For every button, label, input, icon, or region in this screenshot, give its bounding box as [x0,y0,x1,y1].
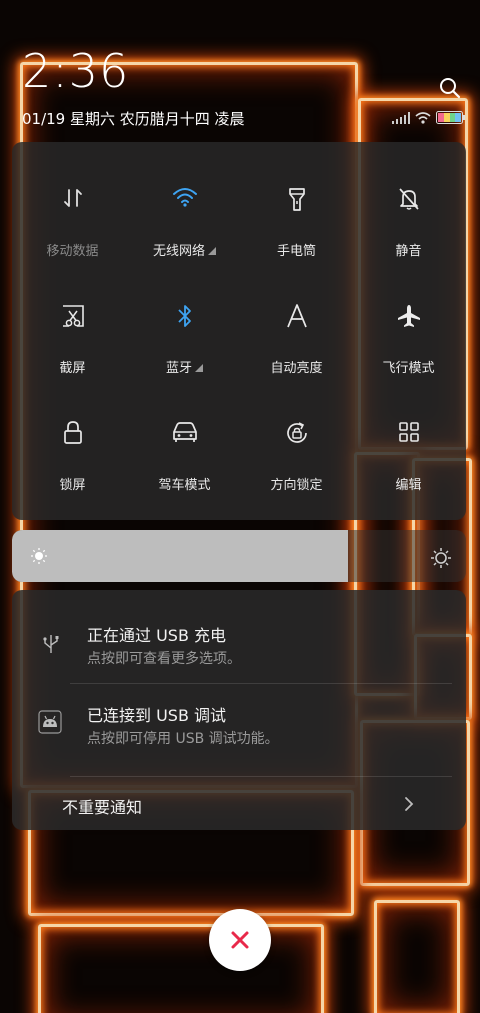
tile-label: 方向锁定 [270,478,323,493]
expand-corner-icon [208,247,216,255]
chevron-right-icon [402,796,416,816]
tile-screenshot[interactable]: 截屏 [16,259,129,377]
notification-usb-debugging[interactable]: 已连接到 USB 调试 点按即可停用 USB 调试功能。 [12,684,466,774]
airplane-icon [397,305,420,327]
mute-bell-icon [398,188,419,210]
unimportant-label: 不重要通知 [62,798,143,817]
close-icon [231,931,249,949]
tile-label: 手电筒 [276,244,316,259]
tile-label: 移动数据 [46,244,99,259]
notification-card: 正在通过 USB 充电 点按即可查看更多选项。 已连接到 USB 调试 点按即可… [12,590,466,830]
tile-edit[interactable]: 编辑 [352,376,465,494]
tile-label: 自动亮度 [270,361,323,376]
notification-title: 正在通过 USB 充电 [87,626,227,645]
tile-auto-brightness[interactable]: 自动亮度 [240,259,353,377]
auto-brightness-icon [286,304,307,328]
tile-mobile-data[interactable]: 移动数据 [16,142,129,260]
screenshot-icon [62,305,84,327]
wifi-icon [415,109,431,128]
search-icon[interactable] [438,76,462,100]
tile-lock-screen[interactable]: 锁屏 [16,376,129,494]
wifi-icon [172,188,197,207]
flashlight-icon [288,188,305,211]
brightness-slider-fill [12,530,348,582]
tile-airplane[interactable]: 飞行模式 [352,259,465,377]
divider [70,776,452,777]
bluetooth-icon [177,305,191,327]
tile-label: 截屏 [59,361,86,376]
tile-label: 编辑 [395,478,422,493]
date-text: 01/19 星期六 农历腊月十四 凌晨 [22,110,245,128]
rotation-lock-icon [286,422,307,443]
expand-corner-icon [195,364,203,372]
grid-edit-icon [398,422,419,442]
notification-subtitle: 点按即可停用 USB 调试功能。 [87,731,279,747]
notification-usb-charging[interactable]: 正在通过 USB 充电 点按即可查看更多选项。 [12,590,466,682]
mobile-data-icon [63,189,82,207]
signal-icon [392,109,410,128]
tile-label: 锁屏 [59,478,86,493]
notification-title: 已连接到 USB 调试 [87,706,227,725]
brightness-slider[interactable] [12,530,466,582]
tile-label: 蓝牙 [165,361,192,376]
tile-label: 静音 [395,244,422,259]
quick-settings-panel: 移动数据 无线网络 手电筒 静音 截屏 蓝牙 自动亮度 飞行模式 锁屏 驾车模式… [12,142,466,520]
notification-subtitle: 点按即可查看更多选项。 [87,651,241,667]
tile-label: 无线网络 [152,244,205,259]
lock-icon [63,421,82,444]
brightness-high-icon [430,547,452,573]
clock: 2:36 [22,44,130,98]
tile-label: 飞行模式 [382,361,435,376]
android-debug-icon [38,710,62,738]
battery-icon [436,109,466,128]
brightness-low-icon [30,547,48,569]
tile-mute[interactable]: 静音 [352,142,465,260]
tile-label: 驾车模式 [158,478,211,493]
clear-all-button[interactable] [209,909,271,971]
car-icon [172,422,197,442]
tile-flashlight[interactable]: 手电筒 [240,142,353,260]
tile-bluetooth[interactable]: 蓝牙 [128,259,241,377]
tile-rotation-lock[interactable]: 方向锁定 [240,376,353,494]
tile-driving-mode[interactable]: 驾车模式 [128,376,241,494]
usb-icon [42,634,60,658]
status-bar: 2:36 01/19 星期六 农历腊月十四 凌晨 [0,0,480,140]
unimportant-notifications-row[interactable]: 不重要通知 [12,778,466,828]
tile-wifi[interactable]: 无线网络 [128,142,241,260]
